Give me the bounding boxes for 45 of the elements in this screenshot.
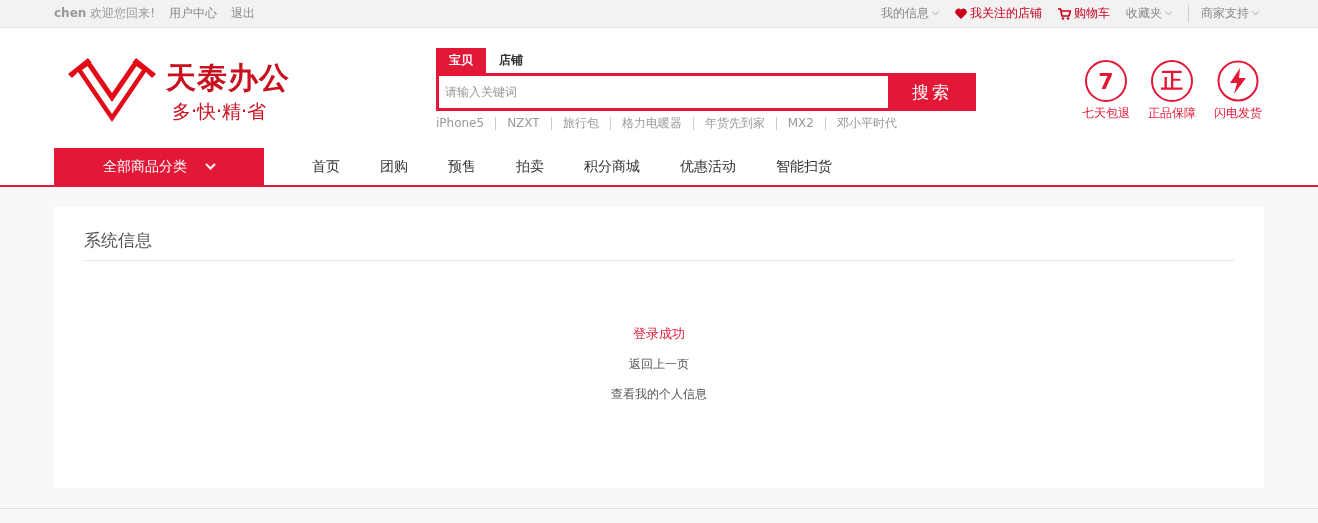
cart-icon: [1058, 7, 1071, 20]
hot-word-link[interactable]: 旅行包: [550, 117, 610, 130]
guarantee-label: 闪电发货: [1214, 105, 1262, 122]
guarantee-badge: 7: [1085, 60, 1127, 102]
caret-icon: [1252, 11, 1259, 16]
top-link[interactable]: 我的信息: [881, 5, 939, 22]
nav-link[interactable]: 首页: [312, 157, 340, 176]
search-button[interactable]: 搜索: [888, 73, 976, 111]
nav-link[interactable]: 拍卖: [516, 157, 544, 176]
hot-word-link[interactable]: iPhone5: [436, 117, 496, 130]
nav-link[interactable]: 智能扫货: [776, 157, 832, 176]
lightning-icon: [1217, 60, 1259, 102]
nav-link[interactable]: 团购: [380, 157, 408, 176]
search-tab[interactable]: 店铺: [486, 48, 536, 73]
hot-word-link[interactable]: MX2: [775, 117, 825, 130]
top-link[interactable]: 我关注的店铺: [955, 5, 1042, 22]
caret-icon: [1165, 11, 1172, 16]
search-field[interactable]: 请输入关键词: [436, 73, 888, 111]
nav-link[interactable]: 预售: [448, 157, 476, 176]
top-link[interactable]: 商家支持: [1188, 5, 1259, 22]
guarantee-badge: 正: [1151, 60, 1193, 102]
hot-word-link[interactable]: 年货先到家: [692, 117, 776, 130]
nav-link[interactable]: 优惠活动: [680, 157, 736, 176]
search-tab[interactable]: 宝贝: [436, 48, 486, 73]
logo-slogan: 多·快·精·省: [172, 98, 268, 124]
top-link[interactable]: 用户中心: [168, 5, 217, 22]
panel-link[interactable]: 返回上一页: [629, 356, 689, 373]
top-link[interactable]: 退出: [230, 5, 255, 22]
heart-icon: [955, 8, 967, 19]
top-link[interactable]: 收藏夹: [1126, 5, 1172, 22]
hot-word-link[interactable]: 格力电暖器: [609, 117, 693, 130]
welcome-text: chen 欢迎您回来!: [54, 5, 155, 22]
success-message: 登录成功: [633, 325, 685, 343]
category-button[interactable]: 全部商品分类: [54, 148, 264, 185]
guarantee-label: 七天包退: [1082, 105, 1130, 122]
guarantee-label: 正品保障: [1148, 105, 1196, 122]
logo-name: 天泰办公: [166, 58, 290, 97]
chevron-icon: [204, 163, 216, 170]
caret-icon: [932, 11, 939, 16]
panel-title: 系统信息: [84, 229, 1234, 261]
hot-word-link[interactable]: 邓小平时代: [824, 117, 908, 130]
panel-link[interactable]: 查看我的个人信息: [611, 386, 707, 403]
top-link[interactable]: 购物车: [1058, 5, 1110, 22]
nav-link[interactable]: 积分商城: [584, 157, 640, 176]
hot-word-link[interactable]: NZXT: [495, 117, 551, 130]
